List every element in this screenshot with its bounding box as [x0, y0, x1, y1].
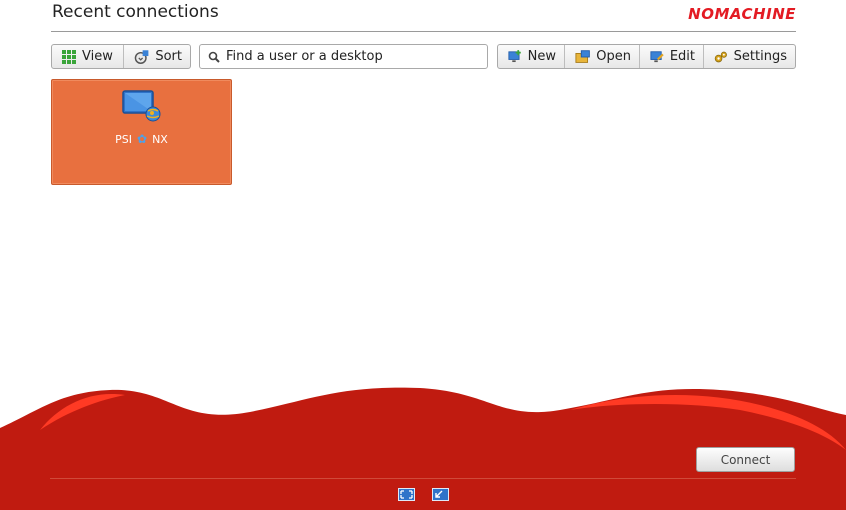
settings-button[interactable]: Settings [704, 45, 795, 68]
edit-button[interactable]: Edit [640, 45, 704, 68]
settings-button-label: Settings [733, 49, 787, 64]
footer-divider [50, 478, 796, 479]
header-divider [51, 31, 796, 32]
small-gear-icon: ✿ [137, 132, 148, 146]
decorative-wave [0, 387, 846, 510]
gear-icon [714, 51, 727, 62]
actions-toolbar: New Open Edit Settings [497, 44, 796, 69]
edit-button-label: Edit [669, 49, 695, 64]
sort-button-label: Sort [155, 49, 182, 64]
sort-button[interactable]: Sort [124, 45, 190, 68]
window-mode-icon[interactable] [432, 488, 449, 501]
connection-name-left: PSI [115, 132, 133, 146]
page-title: Recent connections [52, 2, 219, 22]
remote-desktop-icon [122, 90, 161, 122]
view-button-label: View [82, 49, 113, 64]
new-button[interactable]: New [498, 45, 565, 68]
connection-tile[interactable]: PSI ✿ NX [51, 79, 232, 185]
open-button[interactable]: Open [565, 45, 640, 68]
edit-icon [650, 51, 664, 63]
open-button-label: Open [596, 49, 631, 64]
new-connection-icon [508, 50, 521, 63]
connection-name: PSI ✿ NX [52, 132, 231, 146]
new-button-label: New [527, 49, 556, 64]
sort-icon [134, 49, 149, 64]
search-icon [208, 51, 220, 63]
search-input[interactable] [226, 49, 476, 64]
brand-logo: NOMACHINE [688, 5, 796, 23]
fullscreen-icon[interactable] [398, 488, 415, 501]
folder-open-icon [575, 49, 590, 63]
grid-icon [62, 49, 76, 64]
view-button[interactable]: View [52, 45, 124, 68]
view-toolbar: View Sort [51, 44, 191, 69]
connection-name-right: NX [152, 132, 168, 146]
connect-button[interactable]: Connect [696, 447, 795, 472]
search-field[interactable] [199, 44, 488, 69]
